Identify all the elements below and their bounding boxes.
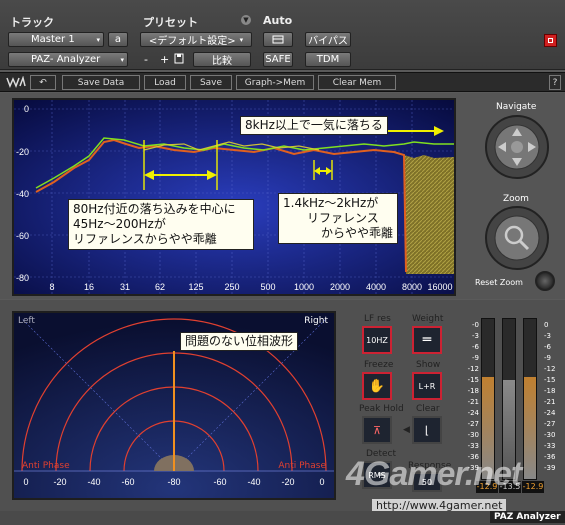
- navigate-panel: Navigate Zoom Reset Zoom: [460, 98, 565, 298]
- x-tick: 500: [260, 282, 275, 292]
- phase-scope: 0 -20 -40 -60 -80 -60 -40 -20 0 Left Rig…: [12, 311, 336, 500]
- spectrum-graph: 0 -20 -40 -60 -80 8 16 31 62 125 250 500…: [12, 98, 456, 296]
- track-label: トラック: [10, 16, 54, 29]
- x-tick: 31: [120, 282, 130, 292]
- plugin-header: トラック プリセット ▼ Auto Master 1 ▾ a <デフォルト設定> ▾…: [0, 0, 565, 70]
- undo-button[interactable]: ↶: [30, 75, 56, 90]
- bypass-button[interactable]: バイパス: [305, 32, 351, 47]
- tdm-button[interactable]: TDM: [305, 52, 351, 67]
- help-button[interactable]: ?: [549, 75, 561, 90]
- x-tick: 62: [155, 282, 165, 292]
- callout-80hz: 80Hz付近の落ち込みを中心に 45Hz～200Hzが リファレンスからやや乖離: [68, 199, 254, 250]
- phase-tick: -40: [87, 477, 100, 487]
- preset-label: プリセット: [143, 16, 198, 29]
- weight-icon: ═: [422, 332, 432, 348]
- compare-button[interactable]: 比較: [193, 52, 251, 67]
- x-tick: 2000: [330, 282, 350, 292]
- lf-res-button[interactable]: 10HZ: [362, 326, 392, 354]
- anti-phase-right-label: Anti Phase: [278, 461, 326, 471]
- chevron-icon: ▾: [96, 35, 100, 44]
- y-tick: -40: [16, 189, 29, 199]
- phase-tick: -40: [247, 477, 260, 487]
- show-label: Show: [416, 360, 441, 370]
- save-button[interactable]: Save: [190, 75, 232, 90]
- y-tick: -20: [16, 147, 29, 157]
- safe-button[interactable]: SAFE: [263, 52, 293, 67]
- preset-prev-button[interactable]: -: [144, 53, 148, 66]
- show-button[interactable]: L+R: [412, 372, 442, 400]
- weight-label: Weight: [412, 314, 444, 324]
- reset-zoom-label: Reset Zoom: [475, 278, 523, 287]
- clear-icon: ⌊: [424, 423, 430, 437]
- navigate-label: Navigate: [496, 102, 537, 112]
- anti-phase-left-label: Anti Phase: [22, 461, 70, 471]
- navigate-pad-icon[interactable]: [484, 114, 550, 180]
- undo-icon: ↶: [39, 77, 47, 88]
- lf-res-label: LF res: [364, 314, 391, 324]
- phase-right-label: Right: [304, 316, 328, 326]
- zoom-label: Zoom: [503, 194, 529, 204]
- x-tick: 4000: [366, 282, 386, 292]
- preset-save-icon[interactable]: [174, 53, 184, 64]
- phase-tick: -60: [213, 477, 226, 487]
- phase-tick: 0: [319, 477, 324, 487]
- footer-bar: [0, 511, 565, 525]
- y-tick: 0: [24, 104, 29, 114]
- phase-tick: -20: [53, 477, 66, 487]
- phase-tick: -60: [121, 477, 134, 487]
- waves-toolbar: ↶ Save Data Load Save Graph->Mem Clear M…: [0, 72, 565, 92]
- meter-scale-right: 0 -3 -6 -9 -12 -15 -18 -21 -24 -27 -30 -33 -36 -39: [544, 321, 556, 472]
- peak-hold-button[interactable]: ⊼: [362, 416, 392, 444]
- callout-8khz: 8kHz以上で一気に落ちる: [240, 116, 388, 135]
- brand-label: PAZ Analyzer: [490, 511, 565, 523]
- weight-button[interactable]: ═: [412, 326, 442, 354]
- peak-right-readout: -12.9: [522, 481, 544, 493]
- phase-tick: -80: [167, 477, 180, 487]
- arrow-left-icon: ◀: [403, 425, 410, 435]
- save-data-button[interactable]: Save Data: [62, 75, 140, 90]
- phase-tick: -20: [281, 477, 294, 487]
- chevron-icon: ▾: [239, 35, 244, 44]
- hand-icon: ✋: [368, 378, 386, 394]
- x-tick: 8: [49, 282, 54, 292]
- freeze-button[interactable]: ✋: [362, 372, 392, 400]
- clear-label: Clear: [416, 404, 440, 414]
- y-tick: -80: [16, 273, 29, 283]
- watermark: 4Gamer.net: [346, 455, 522, 493]
- close-plugin-icon[interactable]: [544, 34, 557, 47]
- clear-mem-button[interactable]: Clear Mem: [318, 75, 396, 90]
- peak-hold-icon: ⊼: [372, 423, 382, 437]
- x-tick: 16: [84, 282, 94, 292]
- waves-logo-icon: [6, 75, 26, 91]
- preset-next-button[interactable]: +: [160, 53, 169, 66]
- phase-tick: 0: [23, 477, 28, 487]
- automation-button[interactable]: [263, 32, 293, 47]
- auto-label: Auto: [263, 14, 293, 27]
- reset-zoom-button[interactable]: [535, 271, 555, 291]
- load-button[interactable]: Load: [144, 75, 186, 90]
- x-tick: 16000: [427, 282, 452, 292]
- preset-selector[interactable]: <デフォルト設定> ▾: [140, 32, 252, 47]
- chevron-icon: ▾: [120, 55, 124, 64]
- x-tick: 8000: [402, 282, 422, 292]
- graph-mem-button[interactable]: Graph->Mem: [236, 75, 314, 90]
- x-tick: 125: [188, 282, 203, 292]
- freeze-label: Freeze: [364, 360, 394, 370]
- y-tick: -60: [16, 231, 29, 241]
- x-tick: 250: [224, 282, 239, 292]
- preset-menu-icon[interactable]: ▼: [241, 15, 251, 25]
- track-selector[interactable]: Master 1 ▾: [8, 32, 104, 47]
- phase-callout: 問題のない位相波形: [180, 332, 299, 351]
- automation-icon: [272, 35, 284, 44]
- clear-button[interactable]: ⌊: [412, 416, 442, 444]
- plugin-selector[interactable]: PAZ- Analyzer ▾: [8, 52, 128, 67]
- channel-selector[interactable]: a: [108, 32, 128, 47]
- meter-scale-left: -0 -3 -6 -9 -12 -15 -18 -21 -24 -27 -30 -33 -36 -39: [467, 321, 479, 472]
- meter-right: [523, 318, 537, 480]
- peak-hold-label: Peak Hold: [359, 404, 404, 414]
- phase-left-label: Left: [18, 316, 35, 326]
- callout-1khz: 1.4kHz～2kHzが リファレンス からやや乖離: [278, 193, 398, 244]
- x-tick: 1000: [294, 282, 314, 292]
- zoom-pad-icon[interactable]: [484, 205, 550, 271]
